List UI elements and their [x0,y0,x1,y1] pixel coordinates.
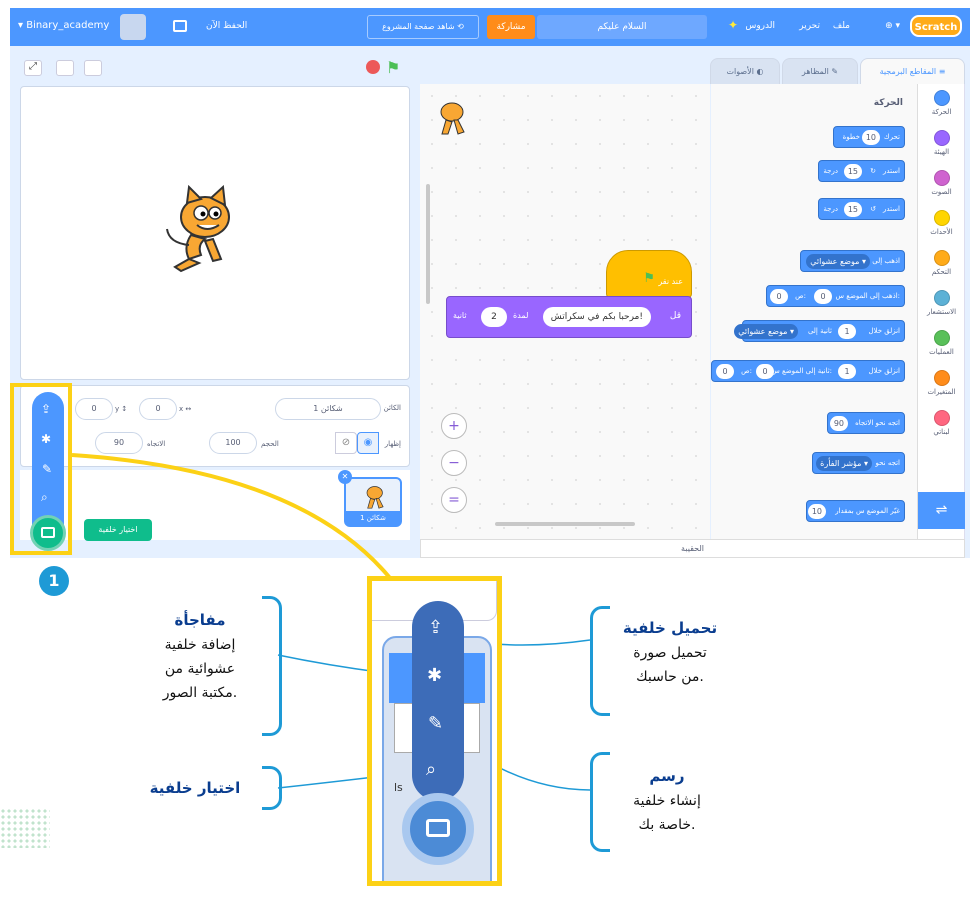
zoom-surprise-icon: ✱ [427,665,443,686]
upload-desc-1: تحميل صورة [633,645,707,661]
callout-upload: تحميل خلفية تحميل صورة من حاسبك. [610,616,730,689]
paint-desc-2: خاصة بك. [638,817,696,833]
zoom-paint-icon: ✎ [428,713,444,734]
choose-title: اختيار خلفية [149,779,241,797]
zoom-choose-button [402,793,474,865]
callout-choose: اختيار خلفية [130,776,260,801]
brace-choose [262,766,282,810]
surprise-desc-3: مكتبة الصور. [162,685,238,701]
zoom-upload-icon: ⇪ [428,617,444,638]
surprise-desc-1: إضافة خلفية [164,637,236,653]
callout-paint: رسم إنشاء خلفية خاصة بك. [612,764,722,837]
zoom-partial-text: ls [394,781,403,794]
paint-desc-1: إنشاء خلفية [633,793,701,809]
brace-paint [590,752,610,852]
surprise-title: مفاجأة [174,611,226,629]
zoom-image-icon [426,819,450,837]
zoomed-backdrop-menu: ls ⇪ ✱ ✎ ⌕ [367,576,502,886]
ministry-logo-mark [0,808,50,848]
zoom-rail: ⇪ ✱ ✎ ⌕ [412,601,464,801]
zoom-search-icon: ⌕ [426,759,437,780]
brace-surprise [262,596,282,736]
surprise-desc-2: عشوائية من [164,661,236,677]
upload-desc-2: من حاسبك. [636,669,704,685]
upload-title: تحميل خلفية [622,619,718,637]
brace-upload [590,606,610,716]
paint-title: رسم [649,767,685,785]
callout-surprise: مفاجأة إضافة خلفية عشوائية من مكتبة الصو… [140,608,260,705]
